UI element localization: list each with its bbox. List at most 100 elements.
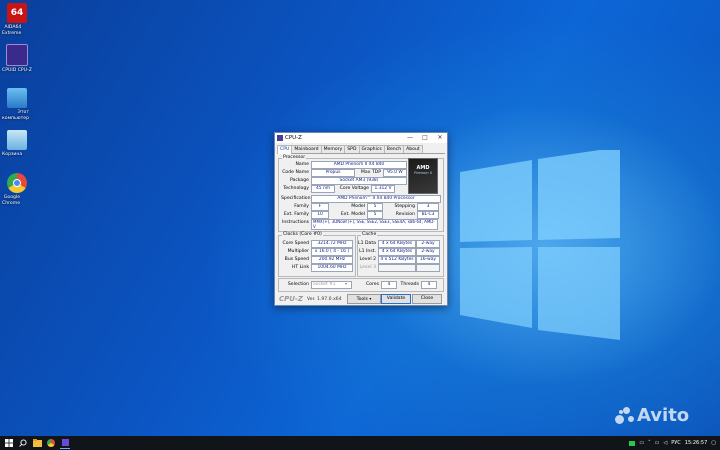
- level3-way: [416, 264, 440, 272]
- l1data-value: 4 x 64 KBytes: [378, 240, 416, 248]
- tab-about[interactable]: About: [403, 145, 423, 153]
- aida64-icon: 64: [7, 3, 27, 23]
- busspeed-value: 200.92 MHz: [311, 256, 353, 264]
- cpuz-window: CPU-Z — □ ✕ CPU Mainboard Memory SPD Gra…: [274, 132, 448, 306]
- search-icon[interactable]: [18, 438, 28, 448]
- extfamily-value: 10: [311, 211, 329, 219]
- desktop-icon-recycle-bin[interactable]: Корзина: [2, 130, 32, 157]
- tray-display-icon[interactable]: ▭: [655, 440, 660, 446]
- tray-language[interactable]: РУС: [671, 440, 681, 446]
- level3-value: [378, 264, 416, 272]
- tools-button[interactable]: Tools ▾: [347, 294, 381, 304]
- tray-app-icon[interactable]: [629, 440, 636, 446]
- recycle-bin-icon: [7, 130, 27, 150]
- tab-cpu[interactable]: CPU: [277, 145, 293, 154]
- close-button[interactable]: Close: [412, 294, 442, 304]
- corevoltage-label: Core Voltage: [339, 186, 369, 191]
- processor-group-label: Processor: [282, 155, 307, 160]
- package-value: Socket AM3 (938): [311, 177, 407, 185]
- maximize-button[interactable]: □: [418, 133, 432, 143]
- l1inst-value: 4 x 64 KBytes: [378, 248, 416, 256]
- model-value: 5: [367, 203, 383, 211]
- cpuz-app-icon: [277, 135, 283, 141]
- desktop-icon-cpuz[interactable]: CPUID CPU-Z: [2, 44, 32, 73]
- stepping-label: Stepping: [394, 204, 415, 209]
- desktop-icon-computer[interactable]: Этот компьютер: [2, 88, 32, 121]
- cpuz-taskbar-icon[interactable]: [60, 438, 70, 449]
- amd-logo: AMD Phenom II: [408, 158, 438, 194]
- window-title: CPU-Z: [285, 135, 302, 141]
- processor-name: AMD Phenom II X4 840: [311, 161, 407, 169]
- level3-label: Level 3: [359, 265, 376, 270]
- l1inst-way: 2-way: [416, 248, 440, 256]
- clocks-group-label: Clocks (Core #0): [282, 232, 323, 237]
- htlink-label: HT Link: [291, 265, 309, 270]
- name-label: Name: [295, 162, 309, 167]
- family-value: F: [311, 203, 329, 211]
- tab-spd[interactable]: SPD: [344, 145, 360, 153]
- extfamily-label: Ext. Family: [283, 212, 309, 217]
- package-label: Package: [289, 178, 309, 183]
- desktop-icon-aida64[interactable]: 64 AIDA64 Extreme: [2, 3, 32, 36]
- family-label: Family: [294, 204, 309, 209]
- specification-label: Specification: [281, 196, 311, 201]
- cpuz-icon: [6, 44, 28, 66]
- close-window-button[interactable]: ✕: [433, 133, 447, 143]
- revision-label: Revision: [395, 212, 415, 217]
- technology-label: Technology: [283, 186, 309, 191]
- taskbar: ▭ ˄ ▭ ◁ РУС 15:26:57 ▢: [0, 436, 720, 450]
- l1data-label: L1 Data: [358, 241, 376, 246]
- tab-bench[interactable]: Bench: [383, 145, 405, 153]
- threads-label: Threads: [400, 282, 419, 287]
- selection-label: Selection: [287, 282, 309, 287]
- notification-icon[interactable]: ▢: [711, 440, 716, 446]
- maxtdp-label: Max TDP: [360, 170, 381, 175]
- chrome-taskbar-icon[interactable]: [46, 438, 56, 448]
- threads-value: 4: [421, 281, 437, 289]
- chrome-icon: [7, 173, 27, 193]
- busspeed-label: Bus Speed: [284, 257, 309, 262]
- desktop-icon-chrome[interactable]: Google Chrome: [2, 173, 32, 206]
- multiplier-label: Multiplier: [287, 249, 309, 254]
- minimize-button[interactable]: —: [403, 133, 417, 143]
- tab-memory[interactable]: Memory: [320, 145, 346, 153]
- cache-group-label: Cache: [361, 232, 378, 237]
- specification-value: AMD Phenom™ II X4 840 Processor: [311, 195, 441, 203]
- model-label: Model: [351, 204, 365, 209]
- tray-network-icon[interactable]: ▭: [639, 440, 644, 446]
- codename-value: Propus: [311, 169, 355, 177]
- multiplier-value: x 16.0 ( 4 - 16 ): [311, 248, 353, 256]
- start-windows-icon[interactable]: [4, 438, 14, 448]
- maxtdp-value: 95.0 W: [383, 169, 407, 177]
- tray-clock[interactable]: 15:26:57: [685, 440, 707, 446]
- cores-label: Cores: [365, 282, 379, 287]
- codename-label: Code Name: [282, 170, 309, 175]
- computer-icon: [7, 88, 27, 108]
- l1data-way: 2-way: [416, 240, 440, 248]
- windows-logo: [460, 150, 620, 340]
- instructions-label: Instructions: [282, 220, 309, 225]
- title-bar[interactable]: CPU-Z — □ ✕: [275, 133, 447, 143]
- system-tray: ▭ ˄ ▭ ◁ РУС 15:26:57 ▢: [625, 436, 716, 450]
- revision-value: BL-C3: [417, 211, 439, 219]
- level2-way: 16-way: [416, 256, 440, 264]
- amd-logo-sub: Phenom II: [414, 171, 432, 175]
- tab-graphics[interactable]: Graphics: [358, 145, 385, 153]
- validate-button[interactable]: Validate: [381, 294, 411, 304]
- file-explorer-icon[interactable]: [32, 438, 42, 448]
- version-label: Ver. 1.97.0.x64: [307, 297, 342, 302]
- extmodel-label: Ext. Model: [340, 212, 365, 217]
- avito-logo-icon: [615, 407, 635, 425]
- instructions-value: MMX(+), 3DNow!(+), SSE, SSE2, SSE3, SSE4…: [311, 219, 438, 230]
- tab-mainboard[interactable]: Mainboard: [291, 145, 322, 153]
- htlink-value: 1004.60 MHz: [311, 264, 353, 272]
- tools-button-label: Tools: [356, 297, 368, 302]
- tray-volume-icon[interactable]: ◁: [663, 440, 667, 446]
- technology-value: 45 nm: [311, 185, 335, 193]
- cores-value: 4: [381, 281, 397, 289]
- avito-text: Avito: [637, 405, 690, 426]
- chevron-up-icon[interactable]: ˄: [648, 440, 651, 446]
- avito-watermark: Avito: [615, 405, 689, 426]
- chevron-down-icon: ▾: [369, 296, 372, 301]
- corespeed-value: 3214.72 MHz: [311, 240, 353, 248]
